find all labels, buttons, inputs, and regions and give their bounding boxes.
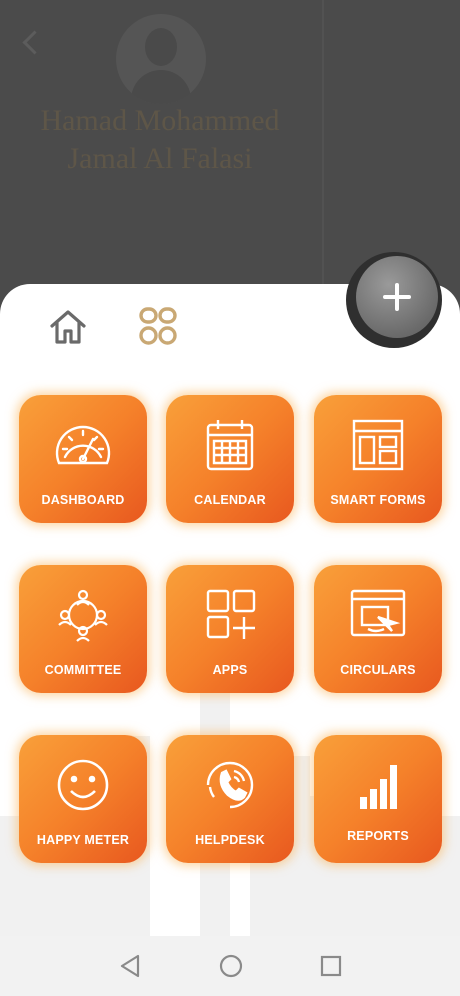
tile-label: HAPPY METER (36, 833, 130, 847)
tile-helpdesk[interactable]: HELPDESK (166, 735, 294, 863)
divider (322, 0, 324, 290)
tile-label: DASHBOARD (41, 493, 125, 507)
add-button[interactable] (356, 256, 438, 338)
phone-icon (206, 761, 254, 809)
recents-icon (320, 955, 342, 977)
browser-cursor-icon (350, 589, 406, 637)
home-circle-icon (219, 954, 243, 978)
apps-add-icon (206, 589, 256, 639)
people-network-icon (58, 589, 108, 642)
back-arrow-icon[interactable] (22, 30, 47, 55)
nav-back-button[interactable] (114, 950, 146, 982)
back-icon (120, 954, 140, 978)
profile-name-line2: Jamal Al Falasi (67, 142, 253, 175)
bar-chart-icon (360, 765, 397, 809)
tile-committee[interactable]: COMMITTEE (19, 565, 147, 693)
nav-home-button[interactable] (215, 950, 247, 982)
tile-dashboard[interactable]: DASHBOARD (19, 395, 147, 523)
tab-home[interactable] (46, 304, 90, 348)
tile-label: REPORTS (347, 829, 409, 843)
tile-label: SMART FORMS (330, 493, 426, 507)
home-icon (50, 310, 86, 344)
plus-icon (383, 283, 411, 311)
smiley-icon (57, 759, 109, 811)
tile-apps[interactable]: APPS (166, 565, 294, 693)
profile-name-line1: Hamad Mohammed (40, 104, 280, 137)
tile-circulars[interactable]: CIRCULARS (314, 565, 442, 693)
tile-label: APPS (212, 663, 248, 677)
tab-apps[interactable] (136, 304, 180, 348)
form-layout-icon (352, 419, 404, 471)
tile-label: HELPDESK (195, 833, 265, 847)
tile-label: CALENDAR (194, 493, 266, 507)
tile-reports[interactable]: REPORTS (314, 735, 442, 863)
calendar-icon (206, 420, 254, 471)
system-nav-bar (0, 936, 460, 996)
apps-grid-icon (139, 307, 177, 345)
tile-smart-forms[interactable]: SMART FORMS (314, 395, 442, 523)
tile-label: CIRCULARS (340, 663, 416, 677)
speedometer-icon (55, 425, 111, 465)
tile-calendar[interactable]: CALENDAR (166, 395, 294, 523)
tile-label: COMMITTEE (44, 663, 122, 677)
avatar (116, 14, 206, 104)
nav-recents-button[interactable] (315, 950, 347, 982)
tile-happy-meter[interactable]: HAPPY METER (19, 735, 147, 863)
